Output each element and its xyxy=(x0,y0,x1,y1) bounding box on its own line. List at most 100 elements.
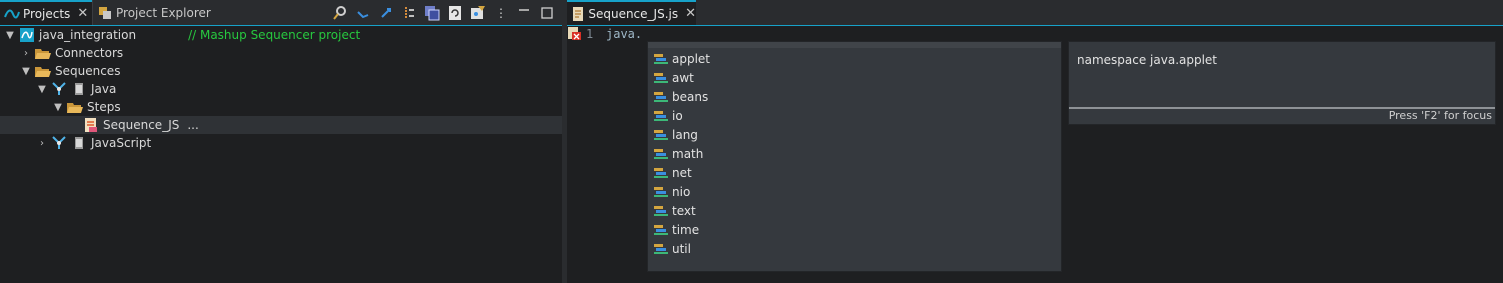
folder-open-icon xyxy=(35,64,51,78)
completion-popup: applet awt beans io lang math net nio text time ut… xyxy=(647,41,1062,272)
completion-label: beans xyxy=(672,89,709,104)
tab-sequence-js-label: Sequence_JS.js xyxy=(588,6,679,21)
completion-label: awt xyxy=(672,70,694,85)
filter-icon[interactable] xyxy=(469,4,487,22)
tree-label: Steps xyxy=(87,100,121,114)
completion-label: io xyxy=(672,108,683,123)
info-footer: Press 'F2' for focus xyxy=(1069,107,1495,124)
tree-label: JavaScript xyxy=(91,136,152,150)
completion-item[interactable]: nio xyxy=(652,182,690,201)
focus-hint: Press 'F2' for focus xyxy=(1388,109,1492,122)
package-icon xyxy=(653,147,669,161)
info-text: namespace java.applet xyxy=(1077,53,1218,67)
projects-panel: Projects ✕ Project Explorer ⋮ ▼ java_int… xyxy=(0,0,642,283)
file-icon xyxy=(71,136,87,150)
tree-label: java_integration xyxy=(39,28,137,42)
search-icon[interactable] xyxy=(331,4,349,22)
close-icon[interactable]: ✕ xyxy=(77,6,88,21)
more-icon[interactable]: ⋮ xyxy=(492,4,510,22)
completion-label: net xyxy=(672,165,692,180)
sequence-icon xyxy=(51,136,67,150)
tree-item-javascript[interactable]: › JavaScript xyxy=(0,134,598,152)
package-icon xyxy=(653,185,669,199)
completion-label: time xyxy=(672,222,700,237)
completion-label: applet xyxy=(672,51,711,66)
completion-item[interactable]: math xyxy=(652,144,703,163)
completion-item[interactable]: text xyxy=(652,201,696,220)
tree-label: Sequence_JS xyxy=(103,118,180,132)
chevron-right-icon[interactable]: › xyxy=(36,138,48,149)
completion-label: text xyxy=(672,203,696,218)
tab-project-explorer[interactable]: Project Explorer xyxy=(92,0,262,25)
tree-label: Sequences xyxy=(55,64,121,78)
tab-projects-label: Projects xyxy=(23,6,71,21)
package-icon xyxy=(653,204,669,218)
tree-item-steps[interactable]: ▼ Steps xyxy=(0,98,614,116)
code-text[interactable]: java. xyxy=(606,27,642,41)
maximize-icon[interactable] xyxy=(538,4,556,22)
completion-item[interactable]: io xyxy=(652,106,683,125)
tab-sequence-js[interactable]: Sequence_JS.js ✕ xyxy=(567,0,696,25)
project-explorer-icon xyxy=(97,6,113,20)
completion-item[interactable]: lang xyxy=(652,125,698,144)
tree-item-java-integration[interactable]: ▼ java_integration // Mashup Sequencer p… xyxy=(0,26,566,44)
package-icon xyxy=(653,109,669,123)
chevron-down-icon[interactable]: ▼ xyxy=(20,66,32,77)
package-icon xyxy=(653,52,669,66)
minimize-icon[interactable] xyxy=(515,4,533,22)
file-icon xyxy=(71,82,87,96)
project-comment: // Mashup Sequencer project xyxy=(188,28,361,42)
completion-label: math xyxy=(672,146,704,161)
link-icon[interactable] xyxy=(377,4,395,22)
completion-label: nio xyxy=(672,184,691,199)
completion-item[interactable]: applet xyxy=(652,49,710,68)
info-popup: namespace java.applet Press 'F2' for foc… xyxy=(1068,41,1496,125)
chevron-down-icon[interactable]: ▼ xyxy=(4,30,16,41)
package-icon xyxy=(653,166,669,180)
chevron-down-icon[interactable]: ▼ xyxy=(52,102,64,113)
tree-label: Connectors xyxy=(55,46,124,60)
error-marker-icon[interactable] xyxy=(568,27,581,40)
project-icon xyxy=(19,28,35,42)
tab-projects[interactable]: Projects ✕ xyxy=(0,0,92,25)
left-toolbar: ⋮ xyxy=(331,3,556,23)
completion-item[interactable]: awt xyxy=(652,68,694,87)
tree-item-sequence-js[interactable]: Sequence_JS ... xyxy=(0,116,642,134)
chevron-down-icon[interactable]: ▼ xyxy=(36,84,48,95)
close-icon[interactable]: ✕ xyxy=(685,6,696,21)
package-icon xyxy=(653,242,669,256)
collapse-all-icon[interactable] xyxy=(423,4,441,22)
tab-project-explorer-label: Project Explorer xyxy=(116,5,211,20)
completion-item[interactable]: beans xyxy=(652,87,708,106)
package-icon xyxy=(653,223,669,237)
chevron-right-icon[interactable]: › xyxy=(20,48,32,59)
tree-item-sequences[interactable]: ▼ Sequences xyxy=(0,62,582,80)
package-icon xyxy=(653,128,669,142)
sort-icon[interactable] xyxy=(400,4,418,22)
package-icon xyxy=(653,71,669,85)
tree-item-connectors[interactable]: › Connectors xyxy=(0,44,582,62)
completion-item[interactable]: time xyxy=(652,220,699,239)
refresh-icon[interactable] xyxy=(446,4,464,22)
tree-label: Java xyxy=(91,82,117,96)
sync-icon[interactable] xyxy=(354,4,372,22)
sequence-icon xyxy=(51,82,67,96)
folder-open-icon xyxy=(67,100,83,114)
folder-open-icon xyxy=(35,46,51,60)
projects-wave-icon xyxy=(4,7,20,21)
js-file-icon xyxy=(571,6,585,21)
completion-header xyxy=(648,42,1061,48)
tree-item-java[interactable]: ▼ Java xyxy=(0,80,598,98)
javascript-step-icon xyxy=(83,118,99,132)
tree-label-suffix: ... xyxy=(187,118,199,132)
editor-tab-bar: Sequence_JS.js ✕ xyxy=(567,0,1503,26)
completion-label: lang xyxy=(672,127,698,142)
line-number: 1 xyxy=(586,27,594,41)
completion-item[interactable]: util xyxy=(652,239,691,258)
package-icon xyxy=(653,90,669,104)
editor-gutter: 1 xyxy=(567,26,603,283)
editor-scrollbar[interactable] xyxy=(1497,26,1503,283)
completion-label: util xyxy=(672,241,691,256)
completion-item[interactable]: net xyxy=(652,163,692,182)
left-tab-bar: Projects ✕ Project Explorer ⋮ xyxy=(0,0,562,26)
